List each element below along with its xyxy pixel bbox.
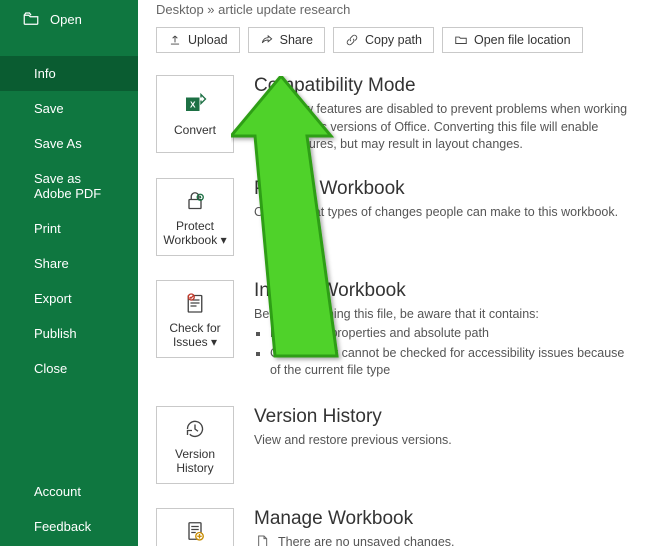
sidebar-item-save-adobe-pdf[interactable]: Save as Adobe PDF bbox=[0, 161, 138, 211]
share-icon bbox=[260, 33, 274, 47]
check-issues-icon bbox=[180, 288, 210, 318]
manage-workbook-icon bbox=[180, 516, 210, 546]
protect-title: Protect Workbook bbox=[254, 178, 630, 200]
sidebar-item-info[interactable]: Info bbox=[0, 56, 138, 91]
sidebar-item-save-as[interactable]: Save As bbox=[0, 126, 138, 161]
sidebar-item-save[interactable]: Save bbox=[0, 91, 138, 126]
lock-icon bbox=[180, 186, 210, 216]
sidebar-open-label: Open bbox=[50, 12, 82, 27]
sidebar-open[interactable]: Open bbox=[0, 0, 138, 42]
sidebar-item-share[interactable]: Share bbox=[0, 246, 138, 281]
inspect-item: Document properties and absolute path bbox=[270, 325, 630, 343]
protect-tile-label: Protect Workbook ▾ bbox=[161, 220, 229, 248]
copy-path-button[interactable]: Copy path bbox=[333, 27, 434, 53]
compat-body: Some new features are disabled to preven… bbox=[254, 101, 630, 154]
manage-body: There are no unsaved changes. bbox=[278, 535, 455, 546]
backstage-sidebar: Open Info Save Save As Save as Adobe PDF… bbox=[0, 0, 138, 546]
convert-tile[interactable]: X Convert bbox=[156, 75, 234, 153]
info-toolbar: Upload Share Copy path Open file locatio… bbox=[156, 27, 650, 53]
check-issues-label: Check for Issues ▾ bbox=[161, 322, 229, 350]
sidebar-item-account[interactable]: Account bbox=[0, 474, 138, 509]
chevron-down-icon: ▾ bbox=[211, 335, 217, 349]
protect-workbook-tile[interactable]: Protect Workbook ▾ bbox=[156, 178, 234, 256]
document-icon bbox=[254, 534, 270, 546]
open-folder-icon bbox=[22, 10, 40, 28]
check-issues-tile[interactable]: Check for Issues ▾ bbox=[156, 280, 234, 358]
section-version-history: Version History Version History View and… bbox=[156, 406, 650, 484]
sidebar-item-print[interactable]: Print bbox=[0, 211, 138, 246]
version-history-tile[interactable]: Version History bbox=[156, 406, 234, 484]
inspect-title: Inspect Workbook bbox=[254, 280, 630, 302]
protect-body: Control what types of changes people can… bbox=[254, 204, 630, 222]
manage-workbook-tile[interactable]: Manage Workbook ▾ bbox=[156, 508, 234, 546]
convert-tile-label: Convert bbox=[174, 124, 216, 138]
compat-title: Compatibility Mode bbox=[254, 75, 630, 97]
sidebar-item-publish[interactable]: Publish bbox=[0, 316, 138, 351]
version-history-label: Version History bbox=[161, 448, 229, 476]
section-compatibility: X Convert Compatibility Mode Some new fe… bbox=[156, 75, 650, 154]
manage-title: Manage Workbook bbox=[254, 508, 630, 530]
folder-icon bbox=[454, 33, 468, 47]
excel-convert-icon: X bbox=[180, 90, 210, 120]
section-manage: Manage Workbook ▾ Manage Workbook There … bbox=[156, 508, 650, 546]
version-title: Version History bbox=[254, 406, 630, 428]
info-panel: Desktop » article update research Upload… bbox=[138, 0, 650, 546]
open-location-button[interactable]: Open file location bbox=[442, 27, 583, 53]
section-inspect: Check for Issues ▾ Inspect Workbook Befo… bbox=[156, 280, 650, 382]
version-body: View and restore previous versions. bbox=[254, 432, 630, 450]
section-protect: Protect Workbook ▾ Protect Workbook Cont… bbox=[156, 178, 650, 256]
inspect-item: Content that cannot be checked for acces… bbox=[270, 345, 630, 380]
svg-text:X: X bbox=[190, 100, 196, 109]
upload-icon bbox=[168, 33, 182, 47]
chevron-down-icon: ▾ bbox=[221, 233, 227, 247]
sidebar-item-feedback[interactable]: Feedback bbox=[0, 509, 138, 544]
link-icon bbox=[345, 33, 359, 47]
history-icon bbox=[180, 414, 210, 444]
sidebar-item-export[interactable]: Export bbox=[0, 281, 138, 316]
sidebar-item-close[interactable]: Close bbox=[0, 351, 138, 386]
breadcrumb: Desktop » article update research bbox=[156, 0, 650, 27]
share-button[interactable]: Share bbox=[248, 27, 325, 53]
upload-button[interactable]: Upload bbox=[156, 27, 240, 53]
inspect-lead: Before publishing this file, be aware th… bbox=[254, 306, 630, 324]
